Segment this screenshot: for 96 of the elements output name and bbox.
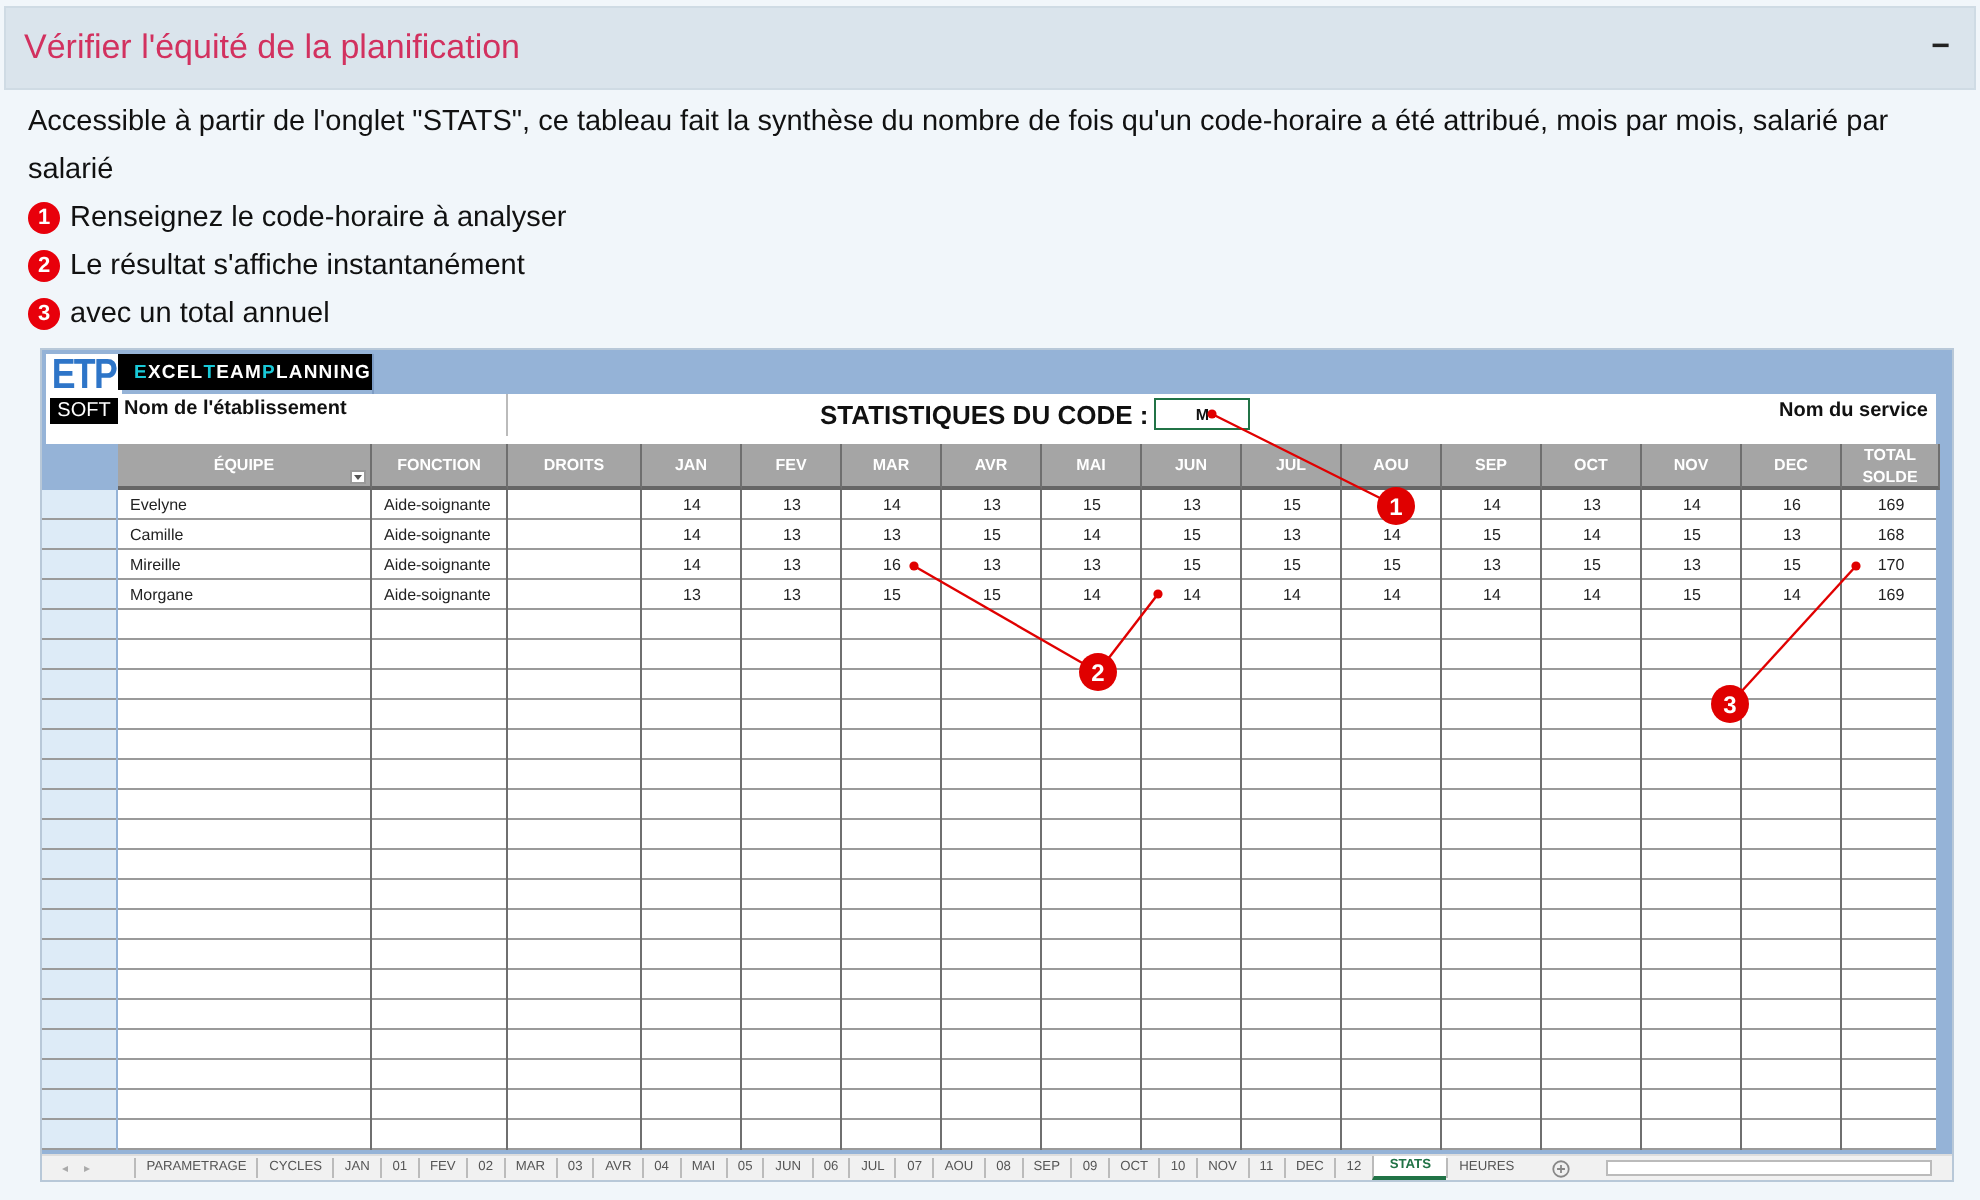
column-header: OCT bbox=[1542, 444, 1642, 490]
intro-text: Accessible à partir de l'onglet "STATS", ce tableau fait la synthèse du nombre de fois qu'un code-horaire a été attribué, mois par mois, salarié par salarié bbox=[28, 104, 1891, 190]
table-cell-text: 14 bbox=[1481, 583, 1503, 607]
column-header: DROITS bbox=[508, 444, 642, 490]
table-cell-text: 15 bbox=[981, 583, 1003, 607]
table-cell-text: 169 bbox=[1875, 493, 1907, 517]
table-cell-text: 15 bbox=[1581, 553, 1603, 577]
table-cell-text: 14 bbox=[1781, 583, 1803, 607]
column-header: AVR bbox=[942, 444, 1042, 490]
establishment-name: Nom de l'établissement bbox=[118, 394, 508, 436]
table-cell-text: 14 bbox=[1681, 493, 1703, 517]
table-cell-text: 15 bbox=[1181, 523, 1203, 547]
step-text: avec un total annuel bbox=[70, 298, 330, 330]
brand-name: EXCELTEAMPLANNING bbox=[118, 354, 372, 390]
column-header: FONCTION bbox=[372, 444, 508, 490]
table-cell-text: Mireille bbox=[128, 553, 183, 577]
table-cell-text: 13 bbox=[1181, 493, 1203, 517]
table-cell-text: 15 bbox=[981, 523, 1003, 547]
table-cell-text: Camille bbox=[128, 523, 186, 547]
table-cell-text: 15 bbox=[1281, 553, 1303, 577]
table-cell-text: 15 bbox=[881, 583, 903, 607]
column-header: JUL bbox=[1242, 444, 1342, 490]
table-cell-text: Aide-soignante bbox=[382, 523, 493, 548]
column-header: MAI bbox=[1042, 444, 1142, 490]
table-cell-text: 14 bbox=[1581, 523, 1603, 547]
table-cell-text: 14 bbox=[681, 553, 703, 577]
table-cell-text: 14 bbox=[1481, 493, 1503, 517]
table-cell-text: 13 bbox=[781, 493, 803, 517]
callout-marker: 1 bbox=[1377, 487, 1415, 525]
table-cell-text: 14 bbox=[1381, 583, 1403, 607]
table-cell-text: 15 bbox=[1081, 493, 1103, 517]
table-cell-text: 13 bbox=[781, 523, 803, 547]
table-cell-text: 13 bbox=[1081, 553, 1103, 577]
table-cell-text: 14 bbox=[1081, 583, 1103, 607]
table-cell-text: 15 bbox=[1281, 493, 1303, 517]
statistics-title: STATISTIQUES DU CODE : bbox=[820, 399, 1149, 429]
step-text: Renseignez le code-horaire à analyser bbox=[70, 202, 567, 234]
column-header: TOTAL SOLDE bbox=[1842, 444, 1940, 490]
table-cell-text: 14 bbox=[1081, 523, 1103, 547]
column-header: JAN bbox=[642, 444, 742, 490]
table-cell-text: 13 bbox=[681, 583, 703, 607]
table-cell-text: 14 bbox=[681, 523, 703, 547]
column-header: DEC bbox=[1742, 444, 1842, 490]
table-cell-text: 15 bbox=[1381, 553, 1403, 577]
table-cell-text: 170 bbox=[1875, 553, 1907, 577]
table-cell-text: 16 bbox=[1781, 493, 1803, 517]
callout-marker: 2 bbox=[1079, 653, 1117, 691]
table-cell-text: 13 bbox=[781, 583, 803, 607]
table-cell-text: 169 bbox=[1875, 583, 1907, 607]
table-cell-text: 13 bbox=[1481, 553, 1503, 577]
column-header: SEP bbox=[1442, 444, 1542, 490]
step-text: Le résultat s'affiche instantanément bbox=[70, 250, 525, 282]
column-header: ÉQUIPE bbox=[118, 444, 372, 490]
table-cell-text: Aide-soignante bbox=[382, 583, 493, 608]
table-cell-text: 15 bbox=[1181, 553, 1203, 577]
step-number: 3 bbox=[28, 298, 60, 330]
table-cell-text: 14 bbox=[1381, 523, 1403, 547]
column-header: JUN bbox=[1142, 444, 1242, 490]
table-cell-text: 14 bbox=[1581, 583, 1603, 607]
column-header: MAR bbox=[842, 444, 942, 490]
table-cell-text: 14 bbox=[881, 493, 903, 517]
callout-marker: 3 bbox=[1711, 685, 1749, 723]
table-cell-text: 15 bbox=[1481, 523, 1503, 547]
table-cell-text: 13 bbox=[981, 553, 1003, 577]
table-cell-text: 14 bbox=[1281, 583, 1303, 607]
add-sheet-icon[interactable] bbox=[1552, 1159, 1571, 1177]
table-cell-text: Aide-soignante bbox=[382, 493, 493, 518]
filter-dropdown-icon[interactable] bbox=[350, 470, 366, 484]
column-header: FEV bbox=[742, 444, 842, 490]
table-cell-text: 13 bbox=[1781, 523, 1803, 547]
table-cell-text: 13 bbox=[1681, 553, 1703, 577]
table-cell-text: 13 bbox=[781, 553, 803, 577]
service-name: Nom du service bbox=[1777, 398, 1930, 426]
table-cell-text: 13 bbox=[1581, 493, 1603, 517]
table-cell-text: 15 bbox=[1681, 523, 1703, 547]
step-number: 2 bbox=[28, 250, 60, 282]
table-cell-text: Aide-soignante bbox=[382, 553, 493, 578]
logo: ETP SOFT bbox=[46, 354, 122, 444]
table-cell-text: 13 bbox=[881, 523, 903, 547]
step-number: 1 bbox=[28, 202, 60, 234]
table-cell-text: Morgane bbox=[128, 583, 196, 608]
table-cell-text: 15 bbox=[1681, 583, 1703, 607]
table-cell-text: 16 bbox=[881, 553, 903, 577]
table-cell-text: 13 bbox=[1281, 523, 1303, 547]
table-cell-text: 13 bbox=[981, 493, 1003, 517]
code-input[interactable]: M bbox=[1154, 398, 1251, 430]
collapse-toggle[interactable]: − bbox=[1927, 30, 1954, 66]
table-cell-text: 168 bbox=[1875, 523, 1907, 547]
column-header: NOV bbox=[1642, 444, 1742, 490]
section-title: Vérifier l'équité de la planification bbox=[24, 28, 521, 68]
table-cell-text: 14 bbox=[1181, 583, 1203, 607]
column-header: AOU bbox=[1342, 444, 1442, 490]
table-cell-text: Evelyne bbox=[128, 493, 189, 518]
table-cell-text: 15 bbox=[1781, 553, 1803, 577]
table-cell-text: 14 bbox=[681, 493, 703, 517]
horizontal-scrollbar[interactable] bbox=[1606, 1160, 1932, 1176]
